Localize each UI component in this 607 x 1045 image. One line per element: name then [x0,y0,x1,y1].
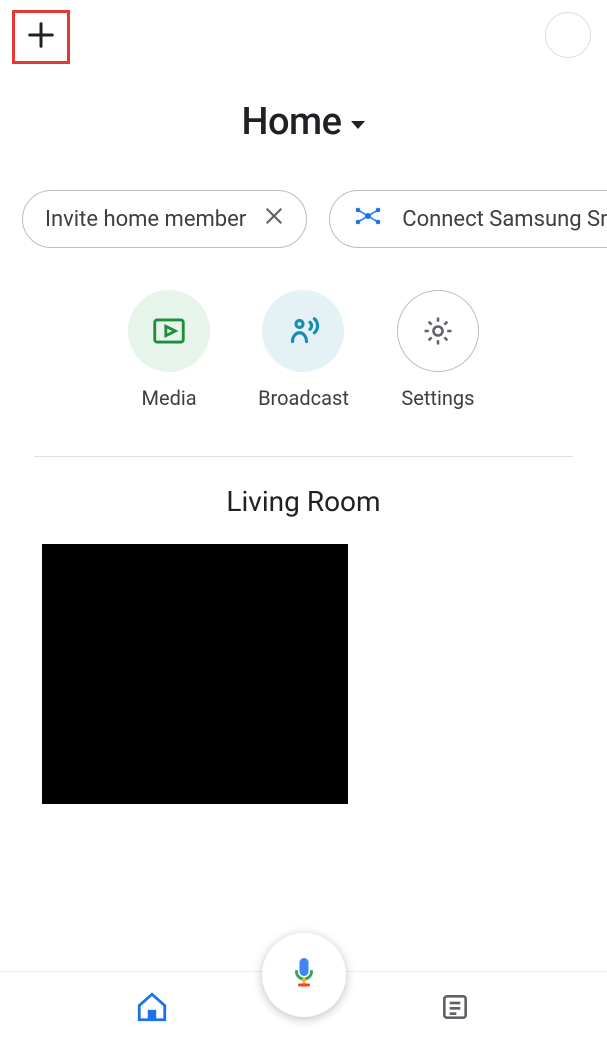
shortcut-broadcast[interactable]: Broadcast [258,290,349,410]
chevron-down-icon [351,121,365,129]
chip-connect-samsung[interactable]: Connect Samsung Sma [329,190,607,248]
nav-feed[interactable] [304,991,607,1027]
plus-icon [26,20,56,54]
shortcut-media[interactable]: Media [128,290,210,410]
shortcut-label: Broadcast [258,386,349,410]
broadcast-icon [262,290,344,372]
shortcut-label: Media [142,386,197,410]
home-title: Home [242,100,342,144]
chip-invite-home-member[interactable]: Invite home member [22,190,307,248]
voice-button[interactable] [262,933,346,1017]
home-selector[interactable]: Home [0,100,607,144]
home-icon [135,990,169,1028]
add-button[interactable] [12,10,70,64]
suggestion-chips-row: Invite home member Connect Samsung Sma [0,190,607,248]
close-icon[interactable] [264,206,284,232]
device-tile[interactable] [42,544,348,804]
divider [34,456,573,457]
microphone-icon [286,955,322,995]
media-icon [128,290,210,372]
shortcut-label: Settings [401,386,474,410]
account-avatar[interactable] [545,12,591,58]
chip-label: Invite home member [45,207,246,232]
network-icon [352,200,384,238]
room-title: Living Room [0,485,607,518]
chip-label: Connect Samsung Sma [402,207,607,232]
top-bar [0,0,607,60]
shortcut-settings[interactable]: Settings [397,290,479,410]
nav-home[interactable] [0,990,304,1028]
gear-icon [397,290,479,372]
feed-icon [439,991,471,1027]
shortcut-row: Media Broadcast Settings [0,290,607,410]
